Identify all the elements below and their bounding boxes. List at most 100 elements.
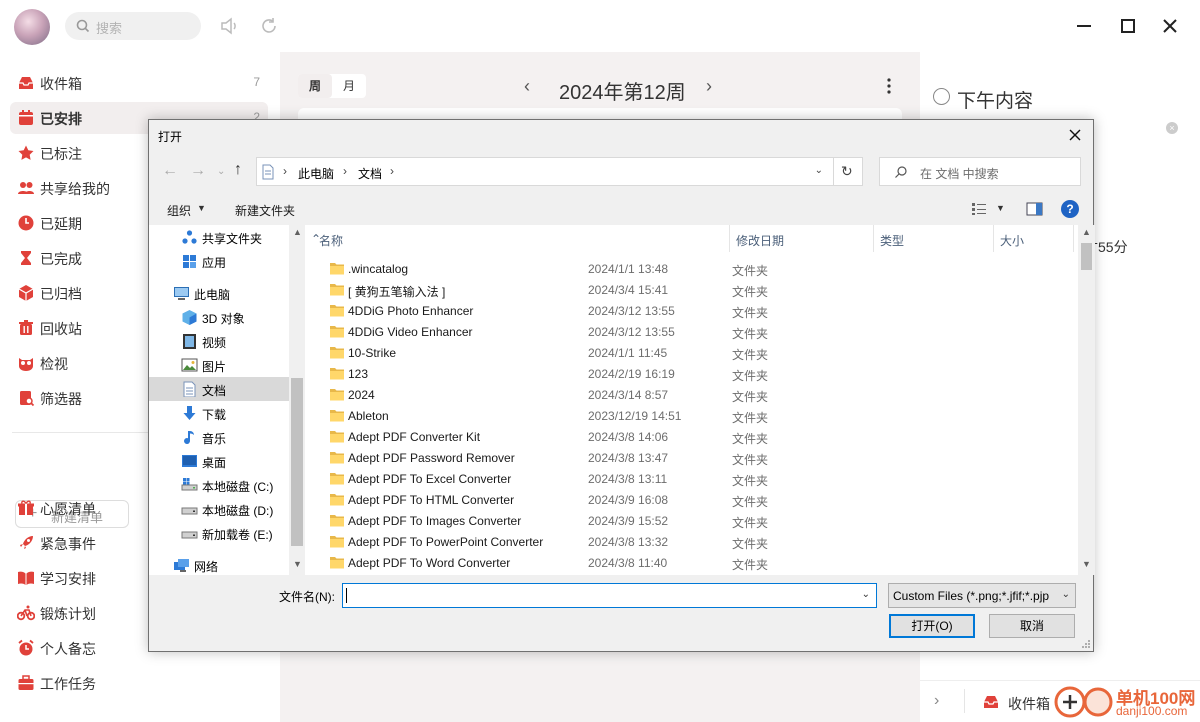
- chevron-down-icon: ⌄: [1061, 589, 1070, 600]
- new-folder-button[interactable]: 新建文件夹: [235, 202, 295, 219]
- complete-checkbox[interactable]: [933, 88, 950, 105]
- chevron-right-icon[interactable]: ›: [934, 692, 939, 710]
- open-button[interactable]: 打开(O): [889, 614, 975, 638]
- file-type-select[interactable]: Custom Files (*.png;*.jfif;*.pjp ⌄: [888, 583, 1076, 608]
- file-row[interactable]: 4DDiG Photo Enhancer 2024/3/12 13:55 文件夹: [323, 300, 1073, 321]
- help-icon[interactable]: ?: [1061, 200, 1079, 218]
- nav-tree-item[interactable]: 本地磁盘 (C:): [149, 473, 289, 497]
- address-bar[interactable]: › 此电脑 › 文档 › ⌄: [256, 157, 834, 186]
- file-row[interactable]: 123 2024/2/19 16:19 文件夹: [323, 363, 1073, 384]
- nav-tree-item[interactable]: 此电脑: [149, 281, 289, 305]
- file-name: Adept PDF To HTML Converter: [348, 493, 515, 507]
- sidebar-item[interactable]: 收件箱 7: [10, 67, 268, 99]
- forward-arrow-icon[interactable]: →: [190, 162, 206, 180]
- search-icon: [76, 19, 90, 33]
- nav-tree-item[interactable]: 应用: [149, 249, 289, 273]
- file-row[interactable]: Adept PDF To Word Converter 2024/3/8 11:4…: [323, 552, 1073, 573]
- nav-tree-item[interactable]: 下载: [149, 401, 289, 425]
- scroll-thumb[interactable]: [291, 378, 303, 546]
- sort-ascending-icon: ⌃: [311, 232, 322, 246]
- chevron-down-icon[interactable]: ⌄: [862, 589, 870, 600]
- filename-input[interactable]: ⌄: [342, 583, 877, 608]
- file-row[interactable]: .wincatalog 2024/1/1 13:48 文件夹: [323, 258, 1073, 279]
- sidebar-list-item[interactable]: 工作任务: [10, 667, 268, 699]
- refresh-button[interactable]: ↻: [834, 157, 863, 186]
- column-type[interactable]: 类型: [874, 225, 994, 252]
- close-icon[interactable]: [1158, 14, 1182, 38]
- chevron-right-icon[interactable]: ›: [706, 76, 712, 97]
- week-title: 2024年第12周: [559, 82, 686, 104]
- nav-tree-item[interactable]: 音乐: [149, 425, 289, 449]
- more-icon[interactable]: [886, 78, 892, 94]
- nav-tree-item[interactable]: 本地磁盘 (D:): [149, 497, 289, 521]
- organize-button[interactable]: 组织: [167, 202, 191, 219]
- column-size[interactable]: 大小: [994, 225, 1074, 252]
- file-row[interactable]: Adept PDF Converter Kit 2024/3/8 14:06 文件夹: [323, 426, 1073, 447]
- scroll-down-icon[interactable]: ▼: [1082, 559, 1091, 569]
- maximize-icon[interactable]: [1116, 14, 1140, 38]
- view-options-icon[interactable]: [971, 202, 987, 216]
- avatar[interactable]: [14, 9, 50, 45]
- file-row[interactable]: Adept PDF To HTML Converter 2024/3/9 16:0…: [323, 489, 1073, 510]
- refresh-icon[interactable]: [258, 15, 280, 37]
- nav-tree-label: 本地磁盘 (C:): [202, 480, 274, 494]
- file-row[interactable]: 4DDiG Video Enhancer 2024/3/12 13:55 文件夹: [323, 321, 1073, 342]
- file-type: 文件夹: [732, 264, 769, 278]
- minimize-icon[interactable]: [1072, 14, 1096, 38]
- back-arrow-icon[interactable]: ←: [162, 162, 178, 180]
- breadcrumb-separator-icon[interactable]: ›: [283, 164, 287, 178]
- sidebar-list-label: 紧急事件: [40, 536, 96, 552]
- refresh-icon: ↻: [841, 163, 853, 179]
- nav-tree-item[interactable]: 共享文件夹: [149, 225, 289, 249]
- chevron-left-icon[interactable]: ‹: [524, 76, 530, 97]
- nav-tree-item[interactable]: 文档: [149, 377, 289, 401]
- scroll-up-icon[interactable]: ▲: [1082, 227, 1091, 237]
- footer-list-label[interactable]: 收件箱: [1008, 694, 1050, 714]
- up-arrow-icon[interactable]: ↑: [234, 161, 242, 179]
- recent-dropdown-icon[interactable]: ⌄: [217, 166, 225, 177]
- tab-week[interactable]: 周: [298, 74, 332, 98]
- speaker-icon[interactable]: [218, 15, 240, 37]
- dialog-close-icon[interactable]: [1063, 124, 1087, 146]
- nav-tree-item[interactable]: 网络: [149, 553, 289, 575]
- file-name: 4DDiG Photo Enhancer: [348, 304, 474, 318]
- file-row[interactable]: Adept PDF To Excel Converter 2024/3/8 13:…: [323, 468, 1073, 489]
- nav-scrollbar[interactable]: ▲ ▼: [289, 225, 305, 575]
- breadcrumb-this-pc[interactable]: 此电脑: [298, 165, 334, 182]
- file-date: 2024/3/8 11:40: [588, 556, 668, 570]
- file-list-scrollbar[interactable]: ▲ ▼: [1078, 225, 1095, 575]
- file-row[interactable]: 10-Strike 2024/1/1 11:45 文件夹: [323, 342, 1073, 363]
- nav-tree-item[interactable]: 图片: [149, 353, 289, 377]
- file-row[interactable]: Adept PDF To Images Converter 2024/3/9 15…: [323, 510, 1073, 531]
- clear-icon[interactable]: ×: [1166, 122, 1178, 134]
- breadcrumb-separator-icon[interactable]: ›: [343, 164, 347, 178]
- column-name[interactable]: 名称 ⌃: [305, 225, 730, 252]
- file-row[interactable]: 2024 2024/3/14 8:57 文件夹: [323, 384, 1073, 405]
- file-row[interactable]: Ableton 2023/12/19 14:51 文件夹: [323, 405, 1073, 426]
- nav-tree-label: 音乐: [202, 432, 227, 446]
- file-row[interactable]: [ 黄狗五笔输入法 ] 2024/3/4 15:41 文件夹: [323, 279, 1073, 300]
- nav-tree-item[interactable]: 桌面: [149, 449, 289, 473]
- breadcrumb-documents[interactable]: 文档: [358, 165, 382, 182]
- breadcrumb-separator-icon[interactable]: ›: [390, 164, 394, 178]
- resize-grip-icon[interactable]: [1081, 639, 1091, 649]
- tab-month[interactable]: 月: [332, 74, 366, 98]
- nav-tree-item[interactable]: 3D 对象: [149, 305, 289, 329]
- scroll-down-icon[interactable]: ▼: [293, 559, 302, 569]
- nav-tree-item[interactable]: 新加载卷 (E:): [149, 521, 289, 545]
- column-date[interactable]: 修改日期: [730, 225, 874, 252]
- organize-dropdown-icon[interactable]: ▼: [197, 203, 206, 213]
- search-input[interactable]: 搜索: [65, 12, 201, 40]
- nav-tree-item[interactable]: 视频: [149, 329, 289, 353]
- gift-icon: [18, 500, 34, 515]
- scroll-thumb[interactable]: [1081, 243, 1092, 270]
- view-dropdown-icon[interactable]: ▼: [996, 203, 1005, 213]
- file-row[interactable]: Adept PDF To PowerPoint Converter 2024/3/…: [323, 531, 1073, 552]
- file-date: 2024/3/8 13:32: [588, 535, 669, 549]
- chevron-down-icon[interactable]: ⌄: [815, 165, 823, 176]
- cancel-button[interactable]: 取消: [989, 614, 1075, 638]
- scroll-up-icon[interactable]: ▲: [293, 227, 302, 237]
- folder-search-input[interactable]: 在 文档 中搜索: [879, 157, 1081, 186]
- file-row[interactable]: Adept PDF Password Remover 2024/3/8 13:47…: [323, 447, 1073, 468]
- preview-pane-icon[interactable]: [1026, 202, 1043, 216]
